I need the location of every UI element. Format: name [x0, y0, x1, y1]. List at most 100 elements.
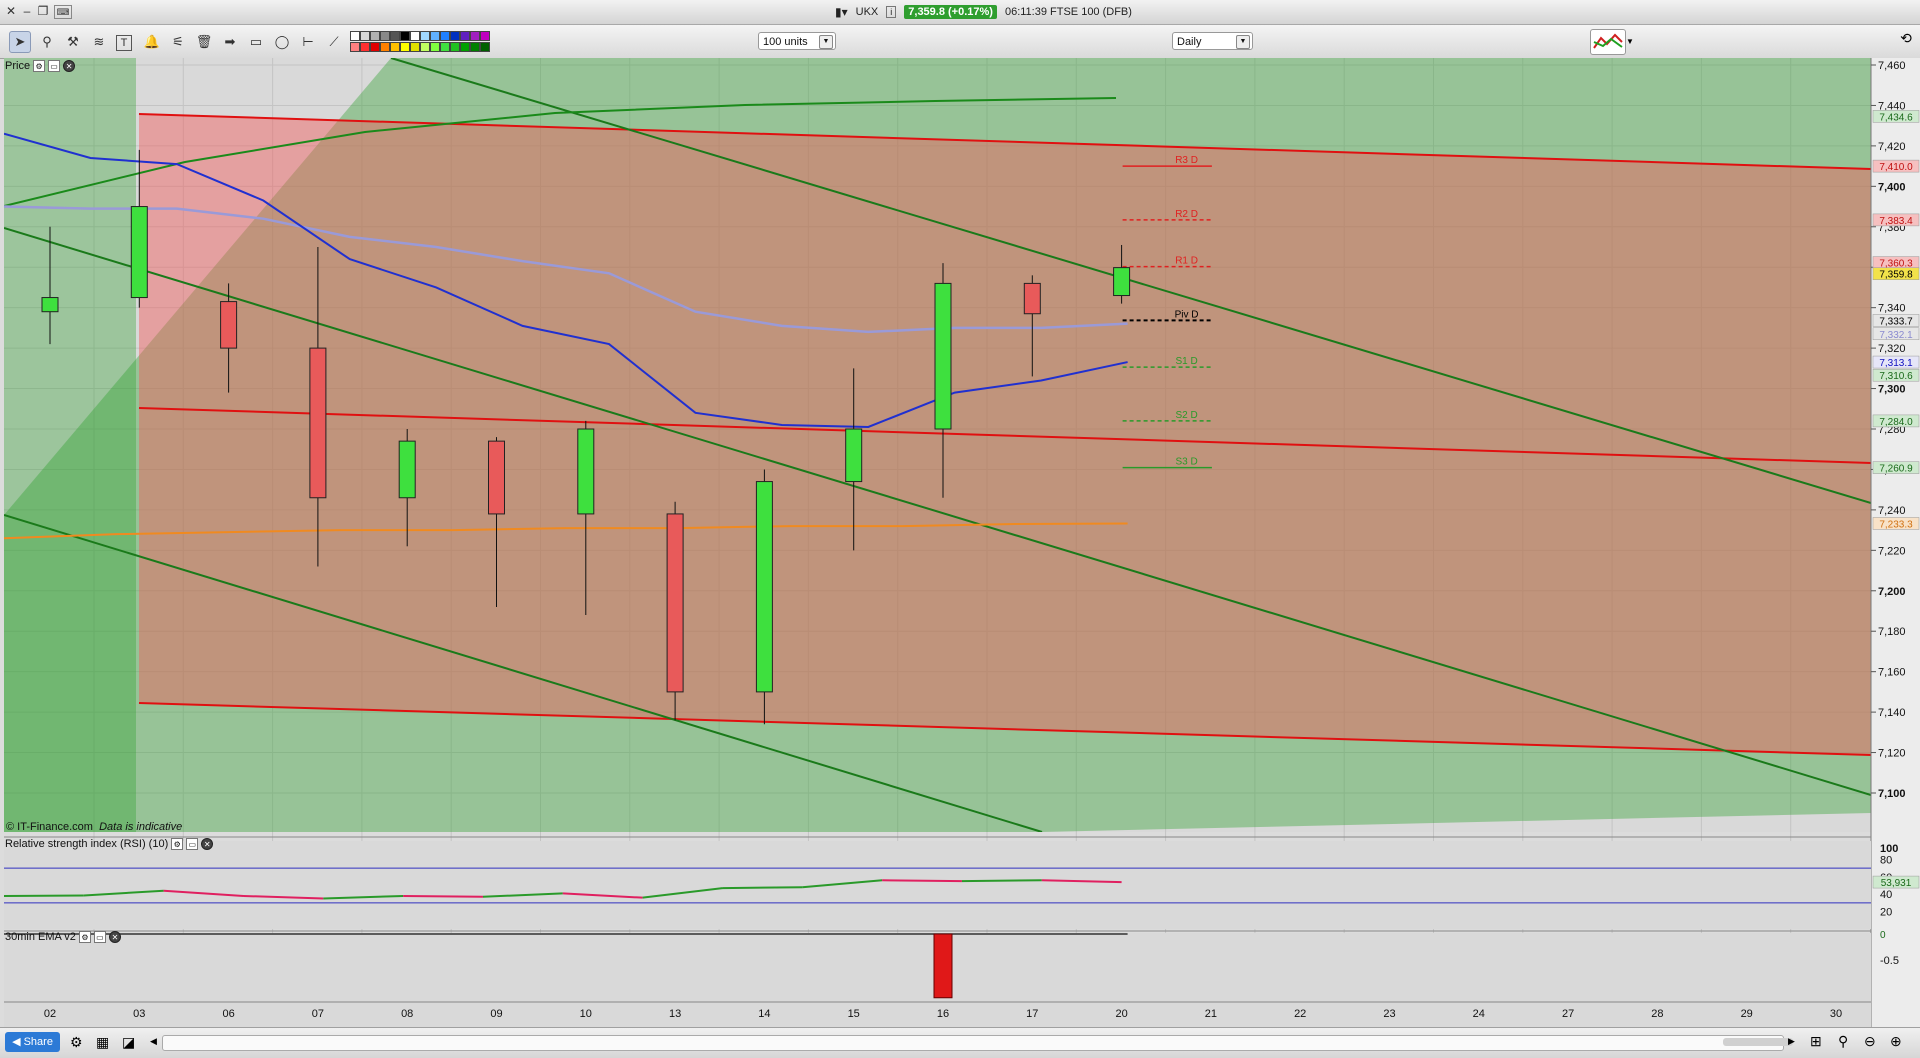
color-swatch[interactable]	[420, 31, 430, 41]
pivot-label: S3 D	[1175, 457, 1197, 468]
color-swatch[interactable]	[460, 42, 470, 52]
fibonacci-icon[interactable]: ≋	[89, 32, 109, 52]
price-tick-label: 7,160	[1878, 667, 1906, 679]
time-tick-label: 07	[312, 1008, 324, 1020]
scroll-right-icon[interactable]: ▶	[1788, 1036, 1795, 1047]
wrench-icon[interactable]: ⚙	[171, 838, 183, 850]
indicator-picker-icon[interactable]	[1590, 29, 1626, 55]
maximize-panel-icon[interactable]: ▭	[186, 838, 198, 850]
candle-up	[42, 298, 58, 312]
price-tick-label: 7,460	[1878, 60, 1906, 72]
ema-panel-header: 30min EMA v2 ⚙ ▭ ✕	[5, 929, 121, 945]
hline-icon[interactable]: ⊢	[298, 32, 318, 52]
color-swatch[interactable]	[370, 31, 380, 41]
price-tick-label: 7,200	[1878, 586, 1906, 598]
color-swatch[interactable]	[420, 42, 430, 52]
rsi-tick-label: 40	[1880, 889, 1892, 901]
zoom-fit-icon[interactable]: ⚲	[1838, 1033, 1848, 1050]
trendline-icon[interactable]: ⟋	[324, 32, 344, 52]
color-swatch[interactable]	[410, 31, 420, 41]
settings-icon[interactable]: ⚙	[70, 1034, 83, 1051]
chevron-down-icon[interactable]: ▼	[1236, 35, 1250, 49]
color-swatch[interactable]	[440, 31, 450, 41]
price-tag-label: 7,333.7	[1879, 316, 1913, 327]
period-select[interactable]: Daily ▼	[1172, 32, 1253, 50]
color-swatch[interactable]	[430, 31, 440, 41]
color-swatch[interactable]	[480, 42, 490, 52]
scrollbar-thumb[interactable]	[1723, 1038, 1793, 1046]
arrow-icon[interactable]: ➡	[220, 32, 240, 52]
time-tick-label: 15	[848, 1008, 860, 1020]
share-button[interactable]: ◀ Share	[5, 1032, 60, 1052]
candle-up	[578, 429, 594, 514]
wrench-icon[interactable]: ⚙	[79, 931, 91, 943]
side-panel-icon[interactable]: ⟲	[1896, 30, 1916, 52]
minimize-window-icon[interactable]: –	[20, 2, 34, 20]
color-swatch[interactable]	[440, 42, 450, 52]
color-swatch[interactable]	[400, 31, 410, 41]
close-panel-icon[interactable]: ✕	[109, 931, 121, 943]
color-swatch[interactable]	[450, 31, 460, 41]
price-tag-label: 7,359.8	[1879, 270, 1913, 281]
chevron-down-icon[interactable]: ▼	[1626, 37, 1634, 46]
rectangle-icon[interactable]: ▭	[246, 32, 266, 52]
color-swatch[interactable]	[430, 42, 440, 52]
price-tick-label: 7,240	[1878, 505, 1906, 517]
price-tick-label: 7,420	[1878, 141, 1906, 153]
chart-area[interactable]: R3 DR2 DR1 DPiv DS1 DS2 DS3 D 7,4607,440…	[0, 58, 1920, 1027]
zoom-icon[interactable]: ⚲	[37, 32, 57, 52]
zoom-out-icon[interactable]: ⊖	[1864, 1033, 1876, 1050]
candle-down	[489, 441, 505, 514]
maximize-panel-icon[interactable]: ▭	[94, 931, 106, 943]
color-swatch[interactable]	[470, 42, 480, 52]
units-select[interactable]: 100 units ▼	[758, 32, 836, 50]
chevron-down-icon[interactable]: ▼	[819, 35, 833, 49]
trash-icon[interactable]: 🗑	[194, 32, 214, 52]
restore-window-icon[interactable]: ❐	[36, 2, 50, 20]
color-swatch[interactable]	[380, 31, 390, 41]
color-swatch[interactable]	[400, 42, 410, 52]
candle-down	[221, 302, 237, 349]
ellipse-icon[interactable]: ◯	[272, 32, 292, 52]
color-swatch[interactable]	[360, 42, 370, 52]
magnet-icon[interactable]: ⚟	[168, 32, 188, 52]
alert-bell-icon[interactable]: 🔔	[142, 32, 162, 52]
zoom-in-icon[interactable]: ⊕	[1890, 1033, 1902, 1050]
time-tick-label: 24	[1473, 1008, 1485, 1020]
auto-scale-icon[interactable]: ⊞	[1810, 1033, 1822, 1050]
color-swatch[interactable]	[390, 42, 400, 52]
pattern-icon[interactable]: ⚒	[63, 32, 83, 52]
close-panel-icon[interactable]: ✕	[63, 60, 75, 72]
time-tick-label: 16	[937, 1008, 949, 1020]
color-swatch[interactable]	[360, 31, 370, 41]
color-swatch[interactable]	[460, 31, 470, 41]
color-swatch[interactable]	[390, 31, 400, 41]
price-panel-title: Price	[5, 60, 30, 72]
price-badge: 7,359.8 (+0.17%)	[904, 5, 997, 19]
color-swatch[interactable]	[380, 42, 390, 52]
scroll-left-icon[interactable]: ◀	[150, 1036, 157, 1047]
instrument-icon[interactable]: ▮▾	[835, 5, 848, 19]
close-panel-icon[interactable]: ✕	[201, 838, 213, 850]
color-swatch[interactable]	[450, 42, 460, 52]
color-swatch[interactable]	[370, 42, 380, 52]
pin-icon[interactable]: ◪	[122, 1034, 135, 1051]
units-select-value: 100 units	[763, 36, 808, 48]
pointer-icon[interactable]: ➤	[9, 31, 31, 53]
keyboard-icon[interactable]: ⌨	[54, 5, 72, 19]
text-tool-icon[interactable]: T	[116, 35, 132, 51]
wrench-icon[interactable]: ⚙	[33, 60, 45, 72]
color-swatch[interactable]	[410, 42, 420, 52]
color-swatch[interactable]	[350, 31, 360, 41]
close-window-icon[interactable]: ✕	[4, 2, 18, 20]
maximize-panel-icon[interactable]: ▭	[48, 60, 60, 72]
time-scrollbar[interactable]	[162, 1035, 1784, 1051]
color-swatch[interactable]	[480, 31, 490, 41]
price-tag-label: 7,284.0	[1879, 417, 1913, 428]
color-swatch[interactable]	[350, 42, 360, 52]
instrument-code[interactable]: UKX	[856, 6, 879, 18]
info-icon[interactable]: i	[886, 6, 896, 18]
color-swatch[interactable]	[470, 31, 480, 41]
layout-icon[interactable]: ▦	[96, 1034, 109, 1051]
time-tick-label: 21	[1205, 1008, 1217, 1020]
